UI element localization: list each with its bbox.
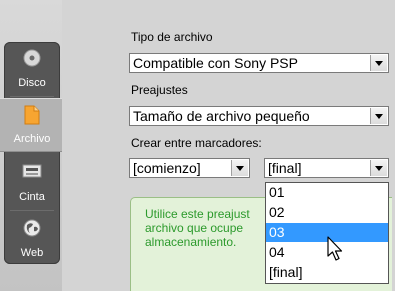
tab-web-label: Web (20, 247, 44, 259)
info-line: archivo que ocupe (145, 221, 244, 235)
markers-label: Crear entre marcadores: (131, 136, 262, 150)
dropdown-option[interactable]: [final] (266, 263, 388, 282)
dropdown-option[interactable]: 01 (266, 183, 388, 202)
chevron-down-icon[interactable] (370, 55, 387, 71)
tab-archivo[interactable]: Archivo (0, 98, 64, 152)
preset-value: Tamaño de archivo pequeño (133, 108, 310, 124)
info-line: Utilice este preajust (145, 207, 250, 221)
file-type-value: Compatible con Sony PSP (133, 55, 298, 71)
end-marker-dropdown-list: 01 02 03 04 [final] (265, 182, 389, 284)
globe-icon (23, 219, 41, 240)
sidebar: Disco Archivo Cinta Web (0, 0, 64, 291)
sidebar-tabs: Disco Archivo Cinta Web (0, 42, 64, 266)
tab-web[interactable]: Web (4, 212, 60, 266)
chevron-down-icon[interactable] (231, 160, 248, 176)
tab-archivo-label: Archivo (13, 133, 51, 145)
divider (10, 210, 54, 211)
info-line: almacenamiento. (145, 235, 237, 249)
chevron-down-icon[interactable] (370, 108, 387, 124)
dropdown-option[interactable]: 02 (266, 203, 388, 222)
divider (10, 96, 54, 97)
file-type-select[interactable]: Compatible con Sony PSP (129, 53, 389, 73)
tape-icon (22, 163, 42, 182)
dropdown-option-selected[interactable]: 03 (266, 223, 388, 242)
file-type-label: Tipo de archivo (131, 30, 213, 44)
file-icon (24, 105, 40, 128)
info-text: Utilice este preajust archivo que ocupe … (145, 207, 265, 249)
end-marker-value: [final] (268, 160, 302, 176)
start-marker-value: [comienzo] (133, 160, 201, 176)
dropdown-option[interactable]: 04 (266, 243, 388, 262)
chevron-down-icon[interactable] (370, 160, 387, 176)
start-marker-select[interactable]: [comienzo] (129, 158, 250, 178)
end-marker-select[interactable]: [final] (264, 158, 389, 178)
tab-cinta-label: Cinta (19, 191, 45, 203)
tab-disco-label: Disco (18, 77, 46, 89)
disc-icon (23, 49, 41, 70)
preset-select[interactable]: Tamaño de archivo pequeño (129, 106, 389, 126)
tab-cinta[interactable]: Cinta (4, 156, 60, 210)
tab-disco[interactable]: Disco (4, 42, 60, 96)
preset-label: Preajustes (131, 83, 188, 97)
